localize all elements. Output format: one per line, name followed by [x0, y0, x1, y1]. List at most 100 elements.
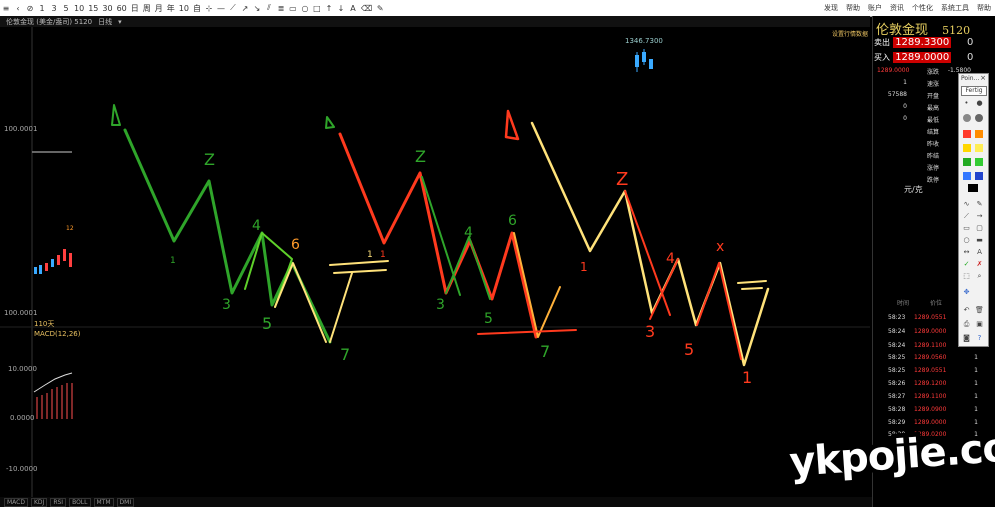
period-30[interactable]: 30 [100, 1, 114, 15]
color-swatch[interactable] [963, 158, 971, 166]
tab-macd[interactable]: MACD [4, 497, 28, 507]
period-3[interactable]: 3 [48, 1, 60, 15]
select-icon[interactable]: ⬚ [962, 272, 971, 280]
fill-rect-icon[interactable]: ▬ [975, 236, 984, 244]
line-tool-icon[interactable]: ⟋ [962, 212, 971, 220]
menu-account[interactable]: 账户 [868, 3, 882, 13]
zoom-icon[interactable]: ⌕ [975, 272, 984, 280]
period-10[interactable]: 10 [72, 1, 86, 15]
rounded-rect-icon[interactable]: ▢ [975, 224, 984, 232]
undo-icon[interactable]: ↶ [962, 306, 971, 314]
period-day[interactable]: 日 [129, 1, 141, 15]
hline-icon[interactable]: — [215, 1, 227, 15]
camera-icon[interactable]: ◙ [962, 334, 971, 342]
rect-icon[interactable]: ▭ [287, 1, 299, 15]
color-swatch[interactable] [975, 158, 983, 166]
arrow-icon[interactable]: ↘ [251, 1, 263, 15]
save-icon[interactable]: ▣ [975, 320, 984, 328]
eraser-icon[interactable]: ⌫ [359, 1, 374, 15]
up-arrow-icon[interactable]: ↑ [323, 1, 335, 15]
sell-qty: 0 [967, 37, 974, 48]
color-swatch[interactable] [963, 144, 971, 152]
tab-dmi[interactable]: DMI [116, 497, 135, 507]
menu-help-2[interactable]: 帮助 [977, 3, 991, 13]
svg-text:4: 4 [666, 251, 675, 267]
period-month[interactable]: 月 [153, 1, 165, 15]
chart-canvas: Z 1 3 4 6 5 7 1 Z 1 3 4 6 5 7 Z 1 3 4 x … [0, 27, 870, 497]
price-chart[interactable]: Z 1 3 4 6 5 7 1 Z 1 3 4 6 5 7 Z 1 3 4 x … [0, 27, 870, 497]
data-settings-tag[interactable]: 设置行情数据 [832, 29, 868, 38]
cross-icon[interactable]: ✗ [975, 260, 984, 268]
line-icon[interactable]: ⟋ [227, 1, 239, 15]
down-arrow-icon[interactable]: ↓ [335, 1, 347, 15]
pen-size-small-icon[interactable]: • [962, 99, 971, 107]
sell-row: 卖出 1289.3300 0 [874, 37, 994, 48]
color-swatch[interactable] [968, 184, 978, 192]
tab-rsi[interactable]: RSI [50, 497, 67, 507]
crosshair-icon[interactable]: ⊹ [203, 1, 215, 15]
trade-header-price: 价位 [930, 300, 943, 307]
period-1[interactable]: 1 [36, 1, 48, 15]
palette-close-icon[interactable]: × [980, 74, 986, 82]
help-icon[interactable]: ? [975, 334, 984, 342]
chevron-down-icon[interactable]: ▾ [118, 18, 122, 26]
double-arrow-icon[interactable]: ↔ [962, 248, 971, 256]
tab-boll[interactable]: BOLL [69, 497, 91, 507]
square-icon[interactable]: □ [311, 1, 323, 15]
period-10-day[interactable]: 10 [177, 1, 191, 15]
menu-icon[interactable]: ≡ [0, 1, 12, 15]
move-icon[interactable]: ✥ [962, 288, 971, 296]
period-week[interactable]: 周 [141, 1, 153, 15]
trash-icon[interactable]: 🗑 [975, 306, 984, 314]
check-icon[interactable]: ✓ [962, 260, 971, 268]
pencil-icon[interactable]: ✎ [975, 200, 984, 208]
tab-kdj[interactable]: KDJ [31, 497, 48, 507]
fib-icon[interactable]: ≣ [275, 1, 287, 15]
menu-system-tools[interactable]: 系统工具 [941, 3, 969, 13]
rect-tool-icon[interactable]: ▭ [962, 224, 971, 232]
pen-size-medium-icon[interactable]: ● [975, 99, 984, 107]
color-swatch[interactable] [963, 130, 971, 138]
text-icon[interactable]: A [347, 1, 359, 15]
svg-text:3: 3 [436, 297, 445, 313]
quote-left [877, 175, 909, 184]
link-icon[interactable]: ⊘ [24, 1, 36, 15]
color-swatch[interactable] [975, 172, 983, 180]
wave-tool-icon[interactable]: ∿ [962, 200, 971, 208]
menu-help[interactable]: 帮助 [846, 3, 860, 13]
color-swatch[interactable] [975, 114, 983, 122]
period-60[interactable]: 60 [115, 1, 129, 15]
period-custom[interactable]: 自 [191, 1, 203, 15]
menu-news[interactable]: 资讯 [890, 3, 904, 13]
quote-label: 涨停 [926, 165, 939, 172]
ray-icon[interactable]: ↗ [239, 1, 251, 15]
period-selector[interactable]: 日线 [98, 17, 112, 27]
ellipse-tool-icon[interactable]: ○ [962, 236, 971, 244]
quote-label: 开盘 [926, 93, 939, 100]
tab-mtm[interactable]: MTM [93, 497, 114, 507]
color-swatch[interactable] [963, 172, 971, 180]
channel-icon[interactable]: ⫽ [263, 1, 275, 15]
period-year[interactable]: 年 [165, 1, 177, 15]
quote-left [877, 151, 909, 160]
back-icon[interactable]: ‹ [12, 1, 24, 15]
period-5[interactable]: 5 [60, 1, 72, 15]
text-tool-icon[interactable]: A [975, 248, 984, 256]
palette-preset[interactable]: Fertig [961, 86, 987, 96]
trade-row: 58:25 1289.0551 1 [888, 367, 978, 374]
pen-icon[interactable]: ✎ [374, 1, 386, 15]
trade-price: 1289.0000 [914, 328, 947, 335]
color-swatch[interactable] [963, 114, 971, 122]
arrow-tool-icon[interactable]: → [975, 212, 984, 220]
menu-discover[interactable]: 发现 [824, 3, 838, 13]
pen-palette: Poin... × Fertig • ● ∿ ✎ ⟋ → ▭ ▢ ○ ▬ ↔ A… [958, 73, 989, 347]
period-15[interactable]: 15 [86, 1, 100, 15]
color-swatch[interactable] [975, 144, 983, 152]
menu-personalize[interactable]: 个性化 [912, 3, 933, 13]
color-swatch[interactable] [975, 130, 983, 138]
svg-text:5: 5 [484, 311, 493, 327]
wave-pattern-2: Z 1 3 4 6 5 7 [325, 116, 577, 361]
print-icon[interactable]: ⎙ [962, 320, 971, 328]
svg-text:x: x [716, 239, 724, 255]
circle-icon[interactable]: ○ [299, 1, 311, 15]
